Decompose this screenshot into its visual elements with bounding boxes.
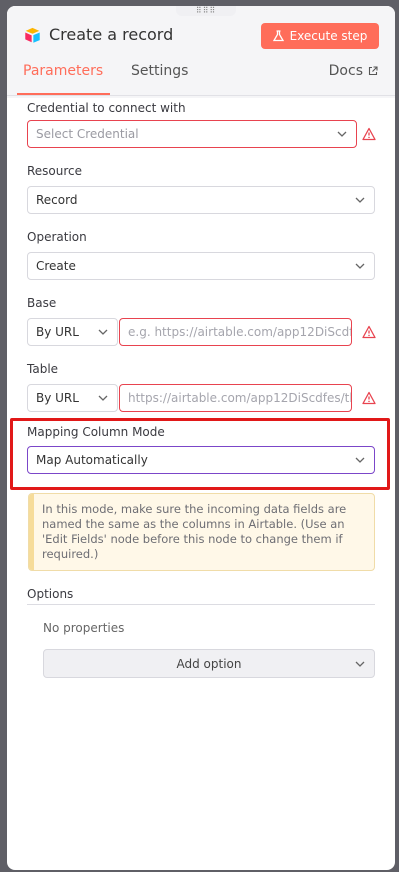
table-label: Table [27, 362, 59, 376]
chevron-down-icon [337, 131, 347, 137]
execute-step-button[interactable]: Execute step [261, 23, 379, 49]
tab-docs[interactable]: Docs [329, 63, 378, 79]
mapping-mode-value: Map Automatically [36, 453, 148, 467]
base-mode-select[interactable]: By URL [27, 318, 118, 346]
panel-header: Create a record Execute step Parameters … [7, 6, 395, 98]
flask-icon [272, 30, 284, 42]
tab-settings[interactable]: Settings [131, 63, 188, 79]
operation-value: Create [36, 259, 76, 273]
mapping-mode-select[interactable]: Map Automatically [27, 446, 375, 474]
table-mode-value: By URL [36, 391, 79, 405]
table-mode-select[interactable]: By URL [27, 384, 118, 412]
credential-select[interactable]: Select Credential [27, 120, 357, 148]
options-divider [27, 604, 375, 605]
chevron-down-icon [355, 661, 365, 667]
table-url-input[interactable] [119, 384, 352, 412]
resource-select[interactable]: Record [27, 186, 375, 214]
chevron-down-icon [355, 457, 365, 463]
chevron-down-icon [355, 263, 365, 269]
base-label: Base [27, 296, 57, 310]
chevron-down-icon [355, 197, 365, 203]
options-label: Options [27, 587, 74, 601]
notice-text: In this mode, make sure the incoming dat… [42, 502, 347, 561]
airtable-logo-icon [25, 27, 40, 43]
base-mode-value: By URL [36, 325, 79, 339]
mapping-notice: In this mode, make sure the incoming dat… [28, 493, 375, 571]
node-title[interactable]: Create a record [49, 25, 173, 44]
warning-icon [362, 325, 376, 339]
notice-accent-bar [29, 494, 34, 570]
credential-placeholder: Select Credential [36, 127, 139, 141]
chevron-down-icon [98, 395, 108, 401]
resource-label: Resource [27, 164, 83, 178]
operation-select[interactable]: Create [27, 252, 375, 280]
execute-step-label: Execute step [289, 29, 368, 43]
no-properties-text: No properties [43, 621, 125, 635]
resource-value: Record [36, 193, 78, 207]
tab-docs-label: Docs [328, 63, 363, 79]
warning-icon [362, 127, 376, 141]
external-link-icon [368, 66, 378, 76]
node-settings-panel: Create a record Execute step Parameters … [7, 6, 395, 870]
add-option-label: Add option [176, 656, 242, 671]
tab-parameters[interactable]: Parameters [23, 63, 103, 79]
base-url-input[interactable] [119, 318, 352, 346]
chevron-down-icon [98, 329, 108, 335]
operation-label: Operation [27, 230, 87, 244]
drag-handle-icon[interactable]: ⠿⠿⠿ [176, 6, 236, 16]
add-option-button[interactable]: Add option [43, 649, 375, 678]
mapping-mode-label: Mapping Column Mode [27, 425, 165, 439]
warning-icon [362, 391, 376, 405]
header-divider [7, 95, 395, 96]
credential-label: Credential to connect with [27, 101, 186, 115]
